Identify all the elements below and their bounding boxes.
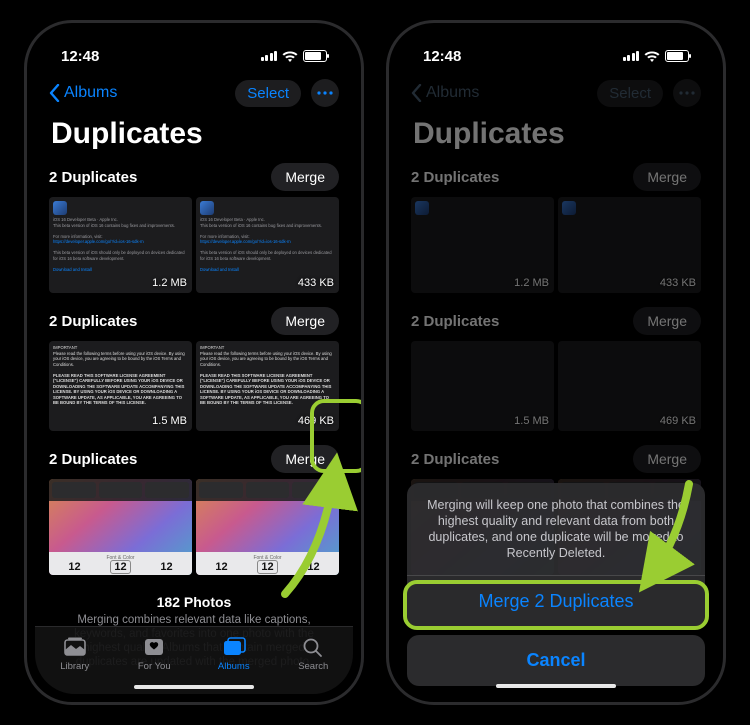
page-title: Duplicates xyxy=(35,113,353,163)
cellular-icon xyxy=(261,51,278,61)
duplicate-group: 2 Duplicates Merge 1.5 MB 469 KB xyxy=(411,307,701,431)
home-indicator[interactable] xyxy=(496,684,616,688)
tab-search[interactable]: Search xyxy=(274,627,354,680)
photo-thumbnail[interactable]: iOS 16 Developer Beta · Apple Inc.This b… xyxy=(196,197,339,293)
more-button[interactable] xyxy=(311,79,339,107)
screen: 12:48 Albums Select xyxy=(397,31,715,694)
home-indicator[interactable] xyxy=(134,685,254,689)
duplicate-group: 2 Duplicates Merge IMPORTANTPlease read … xyxy=(49,307,339,431)
merge-button[interactable]: Merge xyxy=(271,445,339,473)
merge-button: Merge xyxy=(633,307,701,335)
file-size: 1.5 MB xyxy=(152,415,187,427)
back-label: Albums xyxy=(426,84,479,102)
action-sheet: Merging will keep one photo that combine… xyxy=(407,483,705,686)
sheet-message: Merging will keep one photo that combine… xyxy=(407,483,705,576)
status-time: 12:48 xyxy=(61,48,99,65)
more-button xyxy=(673,79,701,107)
merge-button: Merge xyxy=(633,445,701,473)
back-button[interactable]: Albums xyxy=(49,84,117,102)
merge-button: Merge xyxy=(633,163,701,191)
photo-thumbnail: 1.5 MB xyxy=(411,341,554,431)
status-time: 12:48 xyxy=(423,48,461,65)
tab-for-you[interactable]: For You xyxy=(115,627,195,680)
group-title: 2 Duplicates xyxy=(411,169,499,186)
duplicate-group: 2 Duplicates Merge 1.2 MB 433 KB xyxy=(411,163,701,293)
tab-albums[interactable]: Albums xyxy=(194,627,274,680)
tab-library[interactable]: Library xyxy=(35,627,115,680)
photo-thumbnail[interactable]: iOS 16 Developer Beta · Apple Inc.This b… xyxy=(49,197,192,293)
nav-bar: Albums Select xyxy=(35,71,353,113)
select-button[interactable]: Select xyxy=(235,80,301,107)
wifi-icon xyxy=(282,50,298,62)
wifi-icon xyxy=(644,50,660,62)
screen: 12:48 Albums Select xyxy=(35,31,353,694)
file-size: 469 KB xyxy=(298,415,334,427)
duplicate-group: 2 Duplicates Merge iOS 16 Developer Beta… xyxy=(49,163,339,293)
sheet-cancel-button[interactable]: Cancel xyxy=(407,635,705,686)
device-notch xyxy=(491,23,621,51)
photo-thumbnail[interactable]: Font & Color 12 12 12 xyxy=(196,479,339,575)
phone-right: 12:48 Albums Select xyxy=(386,20,726,705)
cellular-icon xyxy=(623,51,640,61)
back-button: Albums xyxy=(411,84,479,102)
battery-icon xyxy=(303,50,327,62)
back-label: Albums xyxy=(64,84,117,102)
group-title: 2 Duplicates xyxy=(411,313,499,330)
group-title: 2 Duplicates xyxy=(49,313,137,330)
content: 2 Duplicates Merge iOS 16 Developer Beta… xyxy=(35,163,353,677)
status-icons xyxy=(623,50,690,62)
page-title: Duplicates xyxy=(397,113,715,163)
file-size: 1.2 MB xyxy=(152,277,187,289)
duplicate-group: 2 Duplicates Merge Font & Color 12 12 xyxy=(49,445,339,575)
group-title: 2 Duplicates xyxy=(49,451,137,468)
photo-thumbnail: 469 KB xyxy=(558,341,701,431)
photo-count: 182 Photos xyxy=(67,595,321,609)
group-title: 2 Duplicates xyxy=(49,169,137,186)
merge-button[interactable]: Merge xyxy=(271,163,339,191)
device-notch xyxy=(129,23,259,51)
photo-thumbnail[interactable]: Font & Color 12 12 12 xyxy=(49,479,192,575)
merge-button[interactable]: Merge xyxy=(271,307,339,335)
status-icons xyxy=(261,50,328,62)
file-size: 433 KB xyxy=(298,277,334,289)
nav-bar: Albums Select xyxy=(397,71,715,113)
photo-thumbnail[interactable]: IMPORTANTPlease read the following terms… xyxy=(196,341,339,431)
photo-thumbnail[interactable]: IMPORTANTPlease read the following terms… xyxy=(49,341,192,431)
select-button: Select xyxy=(597,80,663,107)
photo-thumbnail: 433 KB xyxy=(558,197,701,293)
sheet-merge-action[interactable]: Merge 2 Duplicates xyxy=(407,576,705,627)
tab-bar: Library For You Albums Search xyxy=(35,626,353,694)
battery-icon xyxy=(665,50,689,62)
phone-left: 12:48 Albums Select xyxy=(24,20,364,705)
photo-thumbnail: 1.2 MB xyxy=(411,197,554,293)
group-title: 2 Duplicates xyxy=(411,451,499,468)
